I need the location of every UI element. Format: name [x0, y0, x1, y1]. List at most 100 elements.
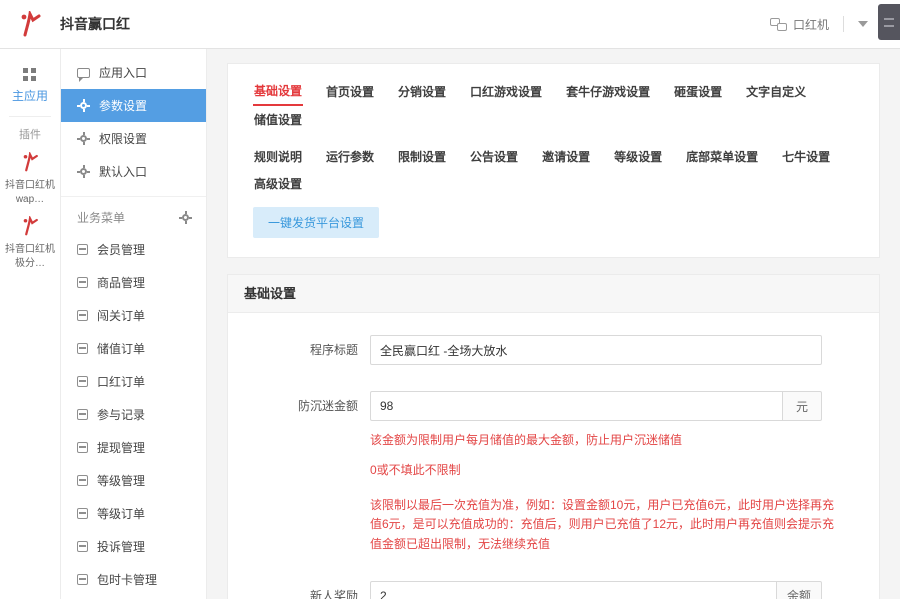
rail-main-app[interactable]: 主应用	[12, 60, 48, 114]
sidebar-item[interactable]: 权限设置	[61, 122, 206, 155]
gear-icon	[77, 99, 90, 112]
sidebar-item-label: 等级管理	[97, 474, 146, 488]
tabs-row-1: 基础设置 首页设置 分销设置 口红游戏设置 套牛仔游戏设置 砸蛋设置 文字自定义储值设置	[236, 72, 871, 138]
form-row-anti-addiction: 防沉迷金额 元 该金额为限制用户每月储值的最大金额，防止用户沉迷储值 0或不填此…	[228, 391, 859, 555]
gear-icon	[77, 165, 90, 178]
chevron-down-icon[interactable]	[858, 21, 868, 27]
sidebar-item-label: 应用入口	[99, 66, 148, 80]
sidebar-item[interactable]: 口红订单	[61, 365, 206, 398]
tab[interactable]: 文字自定义	[745, 78, 807, 105]
delivery-platform-button[interactable]: 一键发货平台设置	[253, 207, 380, 238]
sidebar-item[interactable]: 等级管理	[61, 464, 206, 497]
sidebar-item[interactable]: 闯关订单	[61, 299, 206, 332]
gear-icon[interactable]	[179, 211, 192, 224]
tabs-row-2: 规则说明 运行参数 限制设置 公告设置 邀请设置 等级设置 底部菜单设置 七牛设置高级设置	[236, 138, 871, 202]
sidebar-item[interactable]: 提现管理	[61, 431, 206, 464]
newbie-reward-input[interactable]	[370, 580, 776, 599]
layout: 主应用 插件 抖音口红机wap… 抖音口红机极分… 应用入口参数设置权限设置默认入…	[0, 48, 900, 599]
module-icon	[77, 508, 88, 519]
sidebar-item-label: 会员管理	[97, 243, 146, 257]
module-icon	[77, 277, 88, 288]
sidebar-item-label: 参与记录	[97, 408, 146, 422]
sidebar-item[interactable]: 会员管理	[61, 233, 206, 266]
sidebar-item-label: 口红订单	[97, 375, 146, 389]
module-icon	[77, 310, 88, 321]
rail-plugin-item[interactable]: 抖音口红机极分…	[5, 214, 55, 270]
tab[interactable]: 七牛设置	[781, 143, 831, 170]
sidebar-item-label: 等级订单	[97, 507, 146, 521]
anti-addiction-hint-3: 该限制以最后一次充值为准，例如：设置金额10元，用户已充值6元，此时用户选择再充…	[370, 497, 835, 552]
basic-settings-form: 程序标题 防沉迷金额 元 该金额为限制用户每月储值的最大金额，防止用	[228, 313, 879, 599]
module-icon	[77, 244, 88, 255]
module-icon	[77, 475, 88, 486]
sidebar-section-title: 业务菜单	[77, 211, 126, 225]
corner-panel[interactable]	[878, 4, 900, 40]
unit-balance-addon: 余额	[775, 580, 822, 599]
module-icon	[77, 409, 88, 420]
gear-icon	[77, 132, 90, 145]
tab[interactable]: 砸蛋设置	[673, 78, 723, 105]
anti-addiction-hint-1: 该金额为限制用户每月储值的最大金额，防止用户沉迷储值	[370, 433, 683, 447]
form-row-newbie-reward: 新人奖励 余额 不填或留空则表示新人无奖励	[228, 580, 859, 599]
machine-label: 口红机	[792, 17, 829, 32]
rail-main-app-label: 主应用	[11, 89, 48, 103]
tab[interactable]: 等级设置	[613, 143, 663, 170]
tab[interactable]: 套牛仔游戏设置	[565, 78, 651, 105]
settings-tabs-card: 基础设置 首页设置 分销设置 口红游戏设置 套牛仔游戏设置 砸蛋设置 文字自定义储值设置 规…	[227, 63, 880, 258]
topbar: 抖音赢口红 口红机	[0, 0, 900, 49]
tab[interactable]: 分销设置	[397, 78, 447, 105]
anti-addiction-hint-2: 0或不填此不限制	[370, 462, 461, 477]
sidebar-item[interactable]: 参数设置	[61, 89, 206, 122]
basic-settings-card: 基础设置 程序标题 防沉迷金额 元	[227, 274, 880, 599]
machine-menu[interactable]: 口红机	[769, 16, 829, 33]
sidebar-settings-group: 应用入口参数设置权限设置默认入口	[61, 56, 206, 188]
tab[interactable]: 储值设置	[253, 106, 303, 133]
form-row-program-title: 程序标题	[228, 335, 859, 365]
sidebar-item-label: 默认入口	[99, 165, 148, 179]
tab[interactable]: 底部菜单设置	[685, 143, 759, 170]
sidebar-item-label: 商品管理	[97, 276, 146, 290]
tab[interactable]: 高级设置	[253, 170, 303, 197]
tab[interactable]: 运行参数	[325, 143, 375, 170]
module-icon	[77, 574, 88, 585]
tab[interactable]: 基础设置	[253, 77, 304, 106]
anti-addiction-input[interactable]	[370, 391, 782, 421]
brand-logo-icon	[0, 11, 60, 37]
tab[interactable]: 口红游戏设置	[469, 78, 543, 105]
sidebar-item-label: 提现管理	[97, 441, 146, 455]
sidebar-item[interactable]: 包时卡管理	[61, 563, 206, 596]
brand-logo-svg	[21, 11, 41, 37]
app-rail: 主应用 插件 抖音口红机wap… 抖音口红机极分…	[0, 48, 61, 599]
sidebar-item[interactable]: 投诉管理	[61, 530, 206, 563]
tab[interactable]: 规则说明	[253, 143, 303, 170]
app-title: 抖音赢口红	[60, 16, 130, 32]
sidebar-item-label: 权限设置	[99, 132, 148, 146]
tab[interactable]: 公告设置	[469, 143, 519, 170]
sidebar-business-group: 会员管理商品管理闯关订单 储值订单口红订单参与记录提现管理等级管理等级订单投诉管理…	[61, 233, 206, 599]
sidebar-item[interactable]: 默认入口	[61, 155, 206, 188]
grid-icon	[23, 68, 29, 73]
rail-plugin-item[interactable]: 抖音口红机wap…	[5, 150, 55, 206]
tab[interactable]: 限制设置	[397, 143, 447, 170]
unit-yuan-addon: 元	[782, 391, 822, 421]
tab[interactable]: 邀请设置	[541, 143, 591, 170]
app-window: 抖音赢口红 口红机 主应用 插件 抖音口红机wap… 抖音口红机极分… 应用入口参…	[0, 0, 900, 599]
sidebar-item[interactable]: 储值订单	[61, 332, 206, 365]
module-icon	[77, 442, 88, 453]
program-title-input[interactable]	[370, 335, 822, 365]
sidebar-item[interactable]: 参与记录	[61, 398, 206, 431]
rail-plugins-label: 插件	[9, 116, 51, 142]
sidebar-item[interactable]: 商品管理	[61, 266, 206, 299]
module-icon	[77, 541, 88, 552]
tab[interactable]: 首页设置	[325, 78, 375, 105]
sidebar-item[interactable]: 应用入口	[61, 56, 206, 89]
module-icon	[77, 376, 88, 387]
comment-icon	[77, 67, 90, 82]
plugin-logo-icon	[21, 214, 39, 239]
newbie-reward-label: 新人奖励	[309, 588, 358, 599]
sidebar-item-label: 投诉管理	[97, 540, 146, 554]
sidebar-item[interactable]: 等级订单	[61, 497, 206, 530]
plugin-name: 抖音口红机wap…	[5, 180, 55, 205]
card-title: 基础设置	[228, 275, 879, 313]
anti-addiction-label: 防沉迷金额	[297, 399, 358, 413]
